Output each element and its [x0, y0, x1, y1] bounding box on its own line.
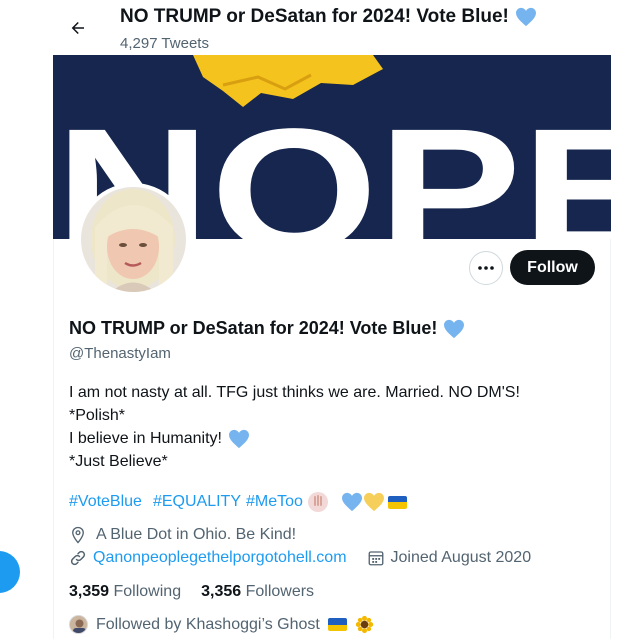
ukraine-flag-icon: [327, 618, 347, 631]
profile-avatar[interactable]: [77, 183, 190, 296]
followed-by-row[interactable]: Followed by Khashoggi’s Ghost: [69, 615, 374, 634]
profile-handle: @ThenastyIam: [69, 345, 171, 362]
following-count: 3,359: [69, 583, 110, 600]
header-title: NO TRUMP or DeSatan for 2024! Vote Blue!: [120, 6, 509, 27]
blue-heart-icon: [341, 492, 362, 512]
ukraine-flag-icon: [387, 495, 407, 509]
bio-text: I believe in Humanity!: [69, 430, 222, 447]
bio-text: *Just Believe*: [69, 453, 168, 470]
yellow-heart-icon: [363, 492, 384, 512]
header-title-row: NO TRUMP or DeSatan for 2024! Vote Blue!: [120, 6, 537, 28]
profile-header: NO TRUMP or DeSatan for 2024! Vote Blue!…: [53, 0, 611, 55]
location-row: A Blue Dot in Ohio. Be Kind!: [69, 526, 296, 544]
location-pin-icon: [72, 526, 84, 544]
joined-date: Joined August 2020: [390, 549, 532, 566]
compose-fab[interactable]: [0, 551, 20, 593]
profile-name: NO TRUMP or DeSatan for 2024! Vote Blue!: [69, 318, 438, 338]
avatar-portrait: [81, 187, 186, 292]
blue-heart-icon: [444, 319, 465, 338]
followers-count: 3,356: [201, 583, 242, 600]
hashtag-metoo[interactable]: #MeToo: [246, 493, 303, 511]
back-button[interactable]: [67, 17, 89, 39]
profile-name-row: NO TRUMP or DeSatan for 2024! Vote Blue!: [69, 318, 465, 339]
bio-text: I am not nasty at all. TFG just thinks w…: [69, 384, 520, 401]
bio-line: I am not nasty at all. TFG just thinks w…: [69, 381, 589, 404]
raised-hand-icon: [307, 492, 328, 512]
followers-label: Followers: [245, 583, 315, 600]
followers-stat[interactable]: 3,356 Followers: [201, 583, 314, 601]
hashtag-equality[interactable]: #EQUALITY: [153, 493, 241, 511]
hashtag-voteblue[interactable]: #VoteBlue: [69, 493, 142, 511]
sunflower-icon: [355, 615, 373, 634]
hashtag-row: #VoteBlue #EQUALITY #MeToo: [69, 491, 407, 513]
follow-button[interactable]: Follow: [510, 250, 595, 285]
following-stat[interactable]: 3,359 Following: [69, 583, 181, 601]
link-joined-row: Qanonpeoplegethelporgotohell.com Joined …: [69, 549, 531, 567]
bio-line: *Polish*: [69, 404, 589, 427]
follow-stats: 3,359 Following 3,356 Followers: [69, 583, 314, 601]
blue-heart-icon: [515, 7, 536, 27]
blue-heart-icon: [228, 429, 249, 448]
bio-text: *Polish*: [69, 407, 126, 424]
follower-avatar: [69, 615, 88, 634]
arrow-left-icon: [71, 22, 84, 34]
bio-line: I believe in Humanity!: [69, 427, 589, 450]
bio-line: *Just Believe*: [69, 450, 589, 473]
tweet-count: 4,297 Tweets: [120, 35, 209, 52]
more-dots-icon: [478, 266, 494, 270]
link-icon: [70, 550, 86, 566]
following-label: Following: [113, 583, 182, 600]
profile-bio: I am not nasty at all. TFG just thinks w…: [69, 381, 589, 473]
location-text: A Blue Dot in Ohio. Be Kind!: [96, 526, 297, 543]
calendar-icon: [368, 551, 383, 566]
profile-website-link[interactable]: Qanonpeoplegethelporgotohell.com: [93, 549, 347, 567]
more-options-button[interactable]: [469, 251, 503, 285]
followed-by-text: Followed by Khashoggi’s Ghost: [96, 615, 320, 633]
